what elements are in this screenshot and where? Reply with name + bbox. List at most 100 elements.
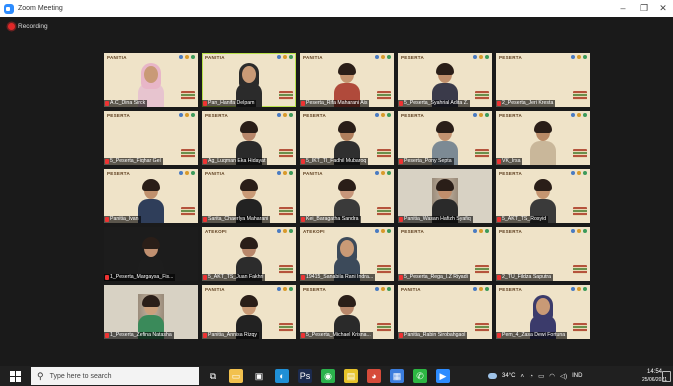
tile-banner: PANITIA xyxy=(205,171,225,176)
notification-icon[interactable] xyxy=(662,371,671,382)
participant-name: 19415_Sanabila Rani Indra... xyxy=(306,274,374,280)
battery-icon[interactable]: ▭ xyxy=(538,372,544,380)
chrome-icon[interactable]: ◕ xyxy=(367,369,381,383)
participant-tile[interactable]: Panitia_Wasan Hafizh Syafiq xyxy=(398,169,492,223)
books-icon xyxy=(573,149,587,158)
network-icon[interactable]: ◔ xyxy=(529,373,533,380)
taskbar-search-box[interactable]: ⚲ Type here to search xyxy=(31,367,199,385)
participant-tile[interactable]: PANITIA Panitia_Annisa Rizqy xyxy=(202,285,296,339)
sticky-notes-icon[interactable]: ▤ xyxy=(344,369,358,383)
file-explorer-icon[interactable]: ▭ xyxy=(229,369,243,383)
language-indicator[interactable]: IND xyxy=(572,373,582,379)
participant-tile[interactable]: PESERTA Panitia_Ivan xyxy=(104,169,198,223)
participant-tile[interactable]: PANITIA Panitia_Rabin Sirobahgaol xyxy=(398,285,492,339)
participant-name-tag: Pem_4_Zasa Dewi Fortuna xyxy=(496,332,568,339)
participant-tile[interactable]: ATEKOPI 19415_Sanabila Rani Indra... xyxy=(300,227,394,281)
participant-tile[interactable]: PESERTA 5_IKT_TI_Fadhil Mubaroq xyxy=(300,111,394,165)
participant-tile[interactable]: PESERTA VK_Irsa xyxy=(496,111,590,165)
participant-name: Ag_Luqman Eka Hidayat xyxy=(208,158,266,164)
participant-tile[interactable]: 1_Peserta_Zefina Natasha xyxy=(104,285,198,339)
participant-name-tag: Panitia_Rabin Sirobahgaol xyxy=(398,332,468,339)
participant-tile[interactable]: PESERTA 5_AKT_TS_Rosyid xyxy=(496,169,590,223)
start-button[interactable] xyxy=(8,369,22,383)
muted-mic-icon xyxy=(399,333,403,338)
participant-tile[interactable]: PANITIA A.C_Dina Sirck xyxy=(104,53,198,107)
participant-tile[interactable]: PANITIA Peserta_Rifa Maharani Ais xyxy=(300,53,394,107)
close-button[interactable]: ✕ xyxy=(656,2,670,14)
participant-tile[interactable]: PESERTA 5_Peserta_Michael Krisna... xyxy=(300,285,394,339)
participant-name: 5_Peserta_Syahrial Adita Z. xyxy=(404,100,469,106)
books-icon xyxy=(573,265,587,274)
system-tray: 34°C ˄ ◔ ▭ ◠ ◁) IND xyxy=(488,366,582,386)
participant-tile[interactable]: PESERTA 5_Peserta_Fiqhar Gel xyxy=(104,111,198,165)
muted-mic-icon xyxy=(105,275,109,280)
tile-banner: PANITIA xyxy=(303,171,323,176)
restore-button[interactable]: ❐ xyxy=(637,2,651,14)
books-icon xyxy=(377,265,391,274)
volume-icon[interactable]: ◁) xyxy=(560,372,567,380)
participant-name: Pan_Hanifa Delpam xyxy=(208,100,255,106)
wifi-icon[interactable]: ◠ xyxy=(549,372,555,380)
store-icon[interactable]: ▣ xyxy=(252,369,266,383)
participant-name-tag: 5_IKT_TI_Fadhil Mubaroq xyxy=(300,158,369,165)
muted-mic-icon xyxy=(203,159,207,164)
gallery-grid: PANITIA A.C_Dina Sirck PANITIA Pan_Hanifa D… xyxy=(104,53,590,339)
whatsapp-icon[interactable]: ✆ xyxy=(413,369,427,383)
weather-temperature[interactable]: 34°C xyxy=(502,373,515,379)
tile-banner: PESERTA xyxy=(401,55,425,60)
task-view-icon[interactable]: ⧉ xyxy=(206,369,220,383)
muted-mic-icon xyxy=(105,333,109,338)
logos-icon xyxy=(571,287,587,291)
tile-banner: PESERTA xyxy=(499,287,523,292)
participant-name: Panitia_Ivan xyxy=(110,216,139,222)
participant-tile[interactable]: PESERTA 2_TU_Fildza Saputra xyxy=(496,227,590,281)
logos-icon xyxy=(375,287,391,291)
books-icon xyxy=(573,91,587,100)
participant-name: 2_Peserta_Jeri Kresta xyxy=(502,100,554,106)
minimize-button[interactable]: – xyxy=(616,2,630,14)
participant-tile[interactable]: PESERTA Pem_4_Zasa Dewi Fortuna xyxy=(496,285,590,339)
tile-banner: PESERTA xyxy=(499,55,523,60)
participant-name: VK_Irsa xyxy=(502,158,521,164)
show-hidden-icons-icon[interactable]: ˄ xyxy=(520,373,524,380)
photoshop-icon[interactable]: Ps xyxy=(298,369,312,383)
participant-tile[interactable]: PESERTA Peserta_Pony Septa xyxy=(398,111,492,165)
tile-banner: PANITIA xyxy=(401,287,421,292)
participant-tile[interactable]: PANITIA Sarita_Chaerlya Maharani xyxy=(202,169,296,223)
books-icon xyxy=(475,91,489,100)
muted-mic-icon xyxy=(301,275,305,280)
participant-tile[interactable]: PESERTA 2_Peserta_Jeri Kresta xyxy=(496,53,590,107)
participant-tile[interactable]: PESERTA 5_Peserta_Syahrial Adita Z. xyxy=(398,53,492,107)
participant-tile[interactable]: PANITIA Pan_Hanifa Delpam xyxy=(202,53,296,107)
tile-banner: PESERTA xyxy=(401,229,425,234)
zoom-icon[interactable]: ▶ xyxy=(436,369,450,383)
tile-banner: PESERTA xyxy=(499,229,523,234)
edge-icon[interactable]: ◐ xyxy=(275,369,289,383)
participant-tile[interactable]: PESERTA Ag_Luqman Eka Hidayat xyxy=(202,111,296,165)
muted-mic-icon xyxy=(105,159,109,164)
line-icon[interactable]: ◉ xyxy=(321,369,335,383)
muted-mic-icon xyxy=(497,333,501,338)
participant-tile[interactable]: ATEKOPI 5_AKT_TS_Juan Fakhri xyxy=(202,227,296,281)
participant-name-tag: 5_Peserta_Syahrial Adita Z. xyxy=(398,100,471,107)
logos-icon xyxy=(473,287,489,291)
search-placeholder: Type here to search xyxy=(49,372,112,380)
participant-name: Sarita_Chaerlya Maharani xyxy=(208,216,269,222)
participant-name-tag: Peserta_Rifa Maharani Ais xyxy=(300,100,370,107)
participant-name: Peserta_Pony Septa xyxy=(404,158,452,164)
logos-icon xyxy=(277,287,293,291)
participant-name-tag: 1_Peserta_Zefina Natasha xyxy=(104,332,174,339)
participant-tile[interactable]: 1_Peserta_Margaysa_Fis... xyxy=(104,227,198,281)
weather-icon[interactable] xyxy=(488,373,497,379)
muted-mic-icon xyxy=(105,101,109,106)
books-icon xyxy=(377,91,391,100)
recording-indicator[interactable]: Recording xyxy=(8,23,48,30)
participant-tile[interactable]: PANITIA Kei_Baragatha Sandra xyxy=(300,169,394,223)
logos-icon xyxy=(571,171,587,175)
books-icon xyxy=(181,91,195,100)
participant-tile[interactable]: PESERTA 5_Peserta_Rega_I.Z Riyadi xyxy=(398,227,492,281)
participant-name-tag: Pan_Hanifa Delpam xyxy=(202,100,257,107)
tile-banner: PESERTA xyxy=(107,171,131,176)
participant-name: A.C_Dina Sirck xyxy=(110,100,146,106)
files-icon[interactable]: ▦ xyxy=(390,369,404,383)
